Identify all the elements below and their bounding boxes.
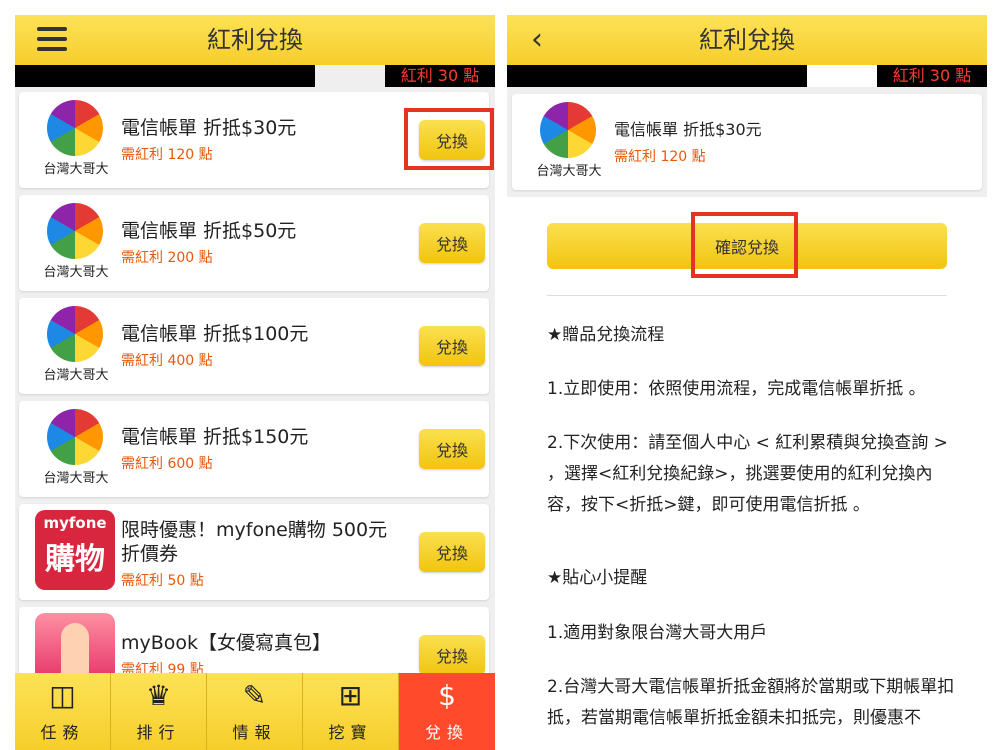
tab-tasks[interactable]: ◫ 任務	[15, 673, 111, 750]
reward-name: myBook【女優寫真包】	[121, 632, 332, 654]
taiwan-mobile-logo: 台灣大哥大	[530, 102, 608, 180]
taiwan-mobile-logo: 台灣大哥大	[37, 100, 115, 178]
logo-ball-icon	[47, 100, 103, 156]
taiwan-mobile-logo: 台灣大哥大	[37, 203, 115, 281]
bottom-tab-bar: ◫ 任務 ♛ 排行 ✎ 情報 ⊞ 挖寶 $ 兌換	[15, 673, 495, 750]
tab-label: 任務	[40, 723, 85, 742]
bonus-balance: 紅利 30 點	[385, 65, 495, 87]
reward-name: 限時優惠！myfone購物 500元折價券	[121, 519, 388, 565]
tip-text: 1.適用對象限台灣大哥大用戶	[547, 623, 768, 643]
tab-label: 排行	[136, 723, 181, 742]
gift-icon: ⊞	[338, 679, 363, 712]
points-required: 需紅利 50 點	[121, 573, 204, 589]
tab-redeem[interactable]: $ 兌換	[399, 673, 495, 750]
page-title: 紅利兌換	[699, 26, 795, 54]
logo-text: 台灣大哥大	[43, 265, 109, 280]
crown-icon: ♛	[145, 679, 172, 712]
highlight-box	[691, 212, 798, 278]
reward-item: 台灣大哥大 電信帳單 折抵$150元 需紅利 600 點 兌換	[19, 401, 489, 497]
logo-text: 台灣大哥大	[536, 164, 602, 179]
logo-ball-icon	[47, 306, 103, 362]
tab-treasure[interactable]: ⊞ 挖寶	[303, 673, 399, 750]
logo-ball-icon	[47, 203, 103, 259]
section-heading: ★贈品兌換流程	[547, 325, 665, 345]
redeem-button[interactable]: 兌換	[419, 429, 485, 469]
reward-item: 台灣大哥大 電信帳單 折抵$50元 需紅利 200 點 兌換	[19, 195, 489, 291]
taiwan-mobile-logo: 台灣大哥大	[37, 306, 115, 384]
money-bag-icon: $	[438, 679, 456, 712]
highlight-box	[404, 108, 494, 170]
instruction-step: 1.立即使用：依照使用流程，完成電信帳單折抵 。	[547, 379, 926, 399]
redeem-button[interactable]: 兌換	[419, 532, 485, 572]
points-required: 需紅利 400 點	[121, 353, 213, 369]
myfone-logo: myfone 購物	[35, 510, 115, 590]
tab-label: 情報	[232, 723, 277, 742]
reward-item: myfone 購物 限時優惠！myfone購物 500元折價券 需紅利 50 點…	[19, 504, 489, 600]
new-tag-icon: ✎	[242, 679, 267, 712]
points-required: 需紅利 120 點	[121, 147, 213, 163]
tab-label: 挖寶	[328, 723, 373, 742]
redeem-button[interactable]: 兌換	[419, 223, 485, 263]
section-heading: ★貼心小提醒	[547, 568, 648, 588]
redeem-button[interactable]: 兌換	[419, 326, 485, 366]
reward-name: 電信帳單 折抵$30元	[121, 117, 297, 139]
logo-ball-icon	[47, 409, 103, 465]
points-required: 需紅利 600 點	[121, 456, 213, 472]
reward-name: 電信帳單 折抵$150元	[121, 426, 309, 448]
tab-news[interactable]: ✎ 情報	[207, 673, 303, 750]
instruction-step: 2.下次使用：請至個人中心 < 紅利累積與兌換查詢 > ，選擇<紅利兌換紀錄>，…	[547, 433, 948, 515]
logo-text: 購物	[45, 542, 105, 577]
logo-text: myfone	[43, 514, 107, 532]
redeem-detail-screen: ‹ 紅利兌換 紅利 30 點 台灣大哥大 電信帳單 折抵$30元 需紅利 120…	[507, 15, 987, 750]
logo-ball-icon	[540, 102, 596, 158]
reward-item: 台灣大哥大 電信帳單 折抵$100元 需紅利 400 點 兌換	[19, 298, 489, 394]
selected-reward: 台灣大哥大 電信帳單 折抵$30元 需紅利 120 點	[512, 94, 982, 190]
tab-label: 兌換	[424, 723, 469, 742]
logo-text: 台灣大哥大	[43, 162, 109, 177]
briefcase-icon: ◫	[49, 679, 76, 712]
logo-text: 台灣大哥大	[43, 471, 109, 486]
taiwan-mobile-logo: 台灣大哥大	[37, 409, 115, 487]
points-required: 需紅利 200 點	[121, 250, 213, 266]
divider	[547, 295, 947, 296]
points-required: 需紅利 120 點	[614, 149, 706, 165]
bonus-balance: 紅利 30 點	[877, 65, 987, 87]
top-bar: 紅利兌換	[15, 15, 495, 65]
reward-name: 電信帳單 折抵$30元	[614, 120, 762, 139]
reward-name: 電信帳單 折抵$50元	[121, 220, 297, 242]
status-strip	[507, 65, 807, 87]
redeem-button[interactable]: 兌換	[419, 635, 485, 675]
tip-text: 2.台灣大哥大電信帳單折抵金額將於當期或下期帳單扣抵，若當期電信帳單折抵金額未扣…	[547, 677, 955, 728]
top-bar: ‹ 紅利兌換	[507, 15, 987, 65]
page-title: 紅利兌換	[207, 26, 303, 54]
logo-text: 台灣大哥大	[43, 368, 109, 383]
tab-ranking[interactable]: ♛ 排行	[111, 673, 207, 750]
reward-list-screen: 紅利兌換 紅利 30 點 台灣大哥大 電信帳單 折抵$30元 需紅利 120 點…	[15, 15, 495, 750]
status-strip	[15, 65, 315, 87]
reward-name: 電信帳單 折抵$100元	[121, 323, 309, 345]
